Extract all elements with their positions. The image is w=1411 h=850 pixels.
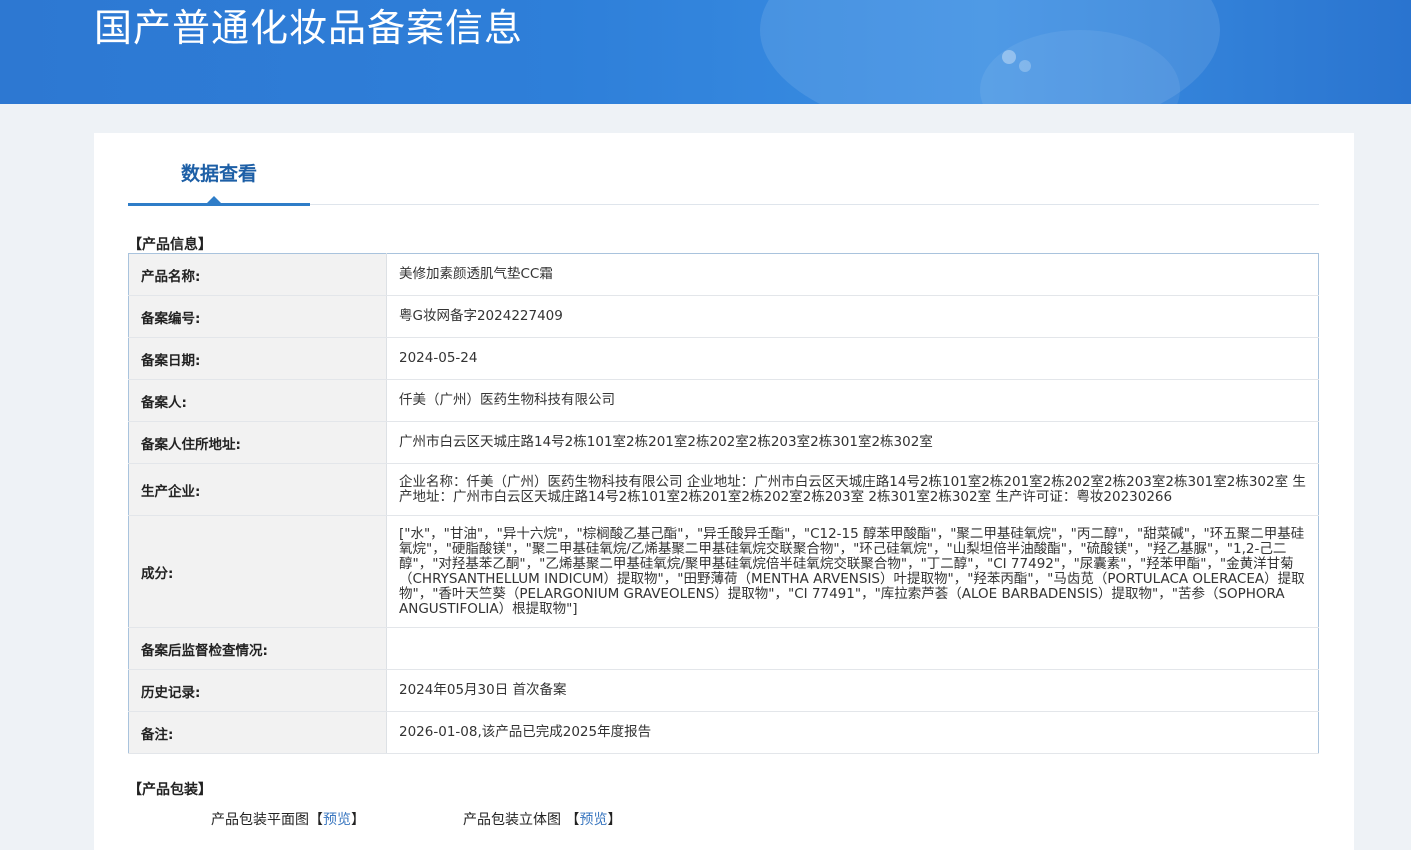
header-banner: 国产普通化妆品备案信息 xyxy=(0,0,1411,104)
bracket-open: 【 xyxy=(565,812,580,828)
row-value: 广州市白云区天城庄路14号2栋101室2栋201室2栋202室2栋203室2栋3… xyxy=(386,421,1319,464)
row-label: 备案人: xyxy=(128,379,387,422)
package-flat-label: 产品包装平面图 xyxy=(211,812,309,828)
section-title-packaging: 【产品包装】 xyxy=(128,782,212,798)
table-row: 成分: ["水"，"甘油"，"异十六烷"，"棕榈酸乙基己酯"，"异壬酸异壬酯"，… xyxy=(128,515,1319,628)
table-row: 备案人住所地址: 广州市白云区天城庄路14号2栋101室2栋201室2栋202室… xyxy=(128,421,1319,464)
table-row: 备注: 2026-01-08,该产品已完成2025年度报告 xyxy=(128,711,1319,754)
preview-solid-link[interactable]: 预览 xyxy=(579,812,607,828)
package-flat-item: 产品包装平面图【预览】 xyxy=(211,809,365,829)
caret-up-icon xyxy=(207,196,221,203)
row-value: 2024年05月30日 首次备案 xyxy=(386,669,1319,712)
table-row: 备案日期: 2024-05-24 xyxy=(128,337,1319,380)
row-value: 企业名称：仟美（广州）医药生物科技有限公司 企业地址：广州市白云区天城庄路14号… xyxy=(386,463,1319,516)
table-row: 生产企业: 企业名称：仟美（广州）医药生物科技有限公司 企业地址：广州市白云区天… xyxy=(128,463,1319,516)
row-value: 粤G妆网备字2024227409 xyxy=(386,295,1319,338)
row-value: 美修加素颜透肌气垫CC霜 xyxy=(386,253,1319,296)
table-row: 历史记录: 2024年05月30日 首次备案 xyxy=(128,669,1319,712)
row-label: 备注: xyxy=(128,711,387,754)
row-label: 备案日期: xyxy=(128,337,387,380)
table-row: 备案人: 仟美（广州）医药生物科技有限公司 xyxy=(128,379,1319,422)
table-row: 产品名称: 美修加素颜透肌气垫CC霜 xyxy=(128,253,1319,296)
content-card: 数据查看 【产品信息】 产品名称: 美修加素颜透肌气垫CC霜 备案编号: 粤G妆… xyxy=(94,133,1354,850)
table-row: 备案后监督检查情况: xyxy=(128,627,1319,670)
row-value: 仟美（广州）医药生物科技有限公司 xyxy=(386,379,1319,422)
banner-decoration xyxy=(1019,60,1031,72)
package-solid-label: 产品包装立体图 xyxy=(463,812,561,828)
row-label: 生产企业: xyxy=(128,463,387,516)
bracket-open: 【 xyxy=(309,812,323,828)
row-value: 2026-01-08,该产品已完成2025年度报告 xyxy=(386,711,1319,754)
section-title-product-info: 【产品信息】 xyxy=(128,237,212,253)
bracket-close: 】 xyxy=(351,812,365,828)
product-info-table: 产品名称: 美修加素颜透肌气垫CC霜 备案编号: 粤G妆网备字202422740… xyxy=(128,253,1319,754)
row-label: 备案编号: xyxy=(128,295,387,338)
banner-decoration xyxy=(1002,50,1016,64)
tab-active-indicator xyxy=(128,203,310,206)
row-label: 备案人住所地址: xyxy=(128,421,387,464)
row-value: 2024-05-24 xyxy=(386,337,1319,380)
package-solid-item: 产品包装立体图 【预览】 xyxy=(463,809,621,829)
row-label: 成分: xyxy=(128,515,387,628)
row-label: 备案后监督检查情况: xyxy=(128,627,387,670)
page-title: 国产普通化妆品备案信息 xyxy=(94,6,524,50)
row-label: 产品名称: xyxy=(128,253,387,296)
preview-flat-link[interactable]: 预览 xyxy=(323,812,351,828)
row-value: ["水"，"甘油"，"异十六烷"，"棕榈酸乙基己酯"，"异壬酸异壬酯"，"C12… xyxy=(386,515,1319,628)
table-row: 备案编号: 粤G妆网备字2024227409 xyxy=(128,295,1319,338)
bracket-close: 】 xyxy=(607,812,622,828)
row-value xyxy=(386,627,1319,670)
row-label: 历史记录: xyxy=(128,669,387,712)
